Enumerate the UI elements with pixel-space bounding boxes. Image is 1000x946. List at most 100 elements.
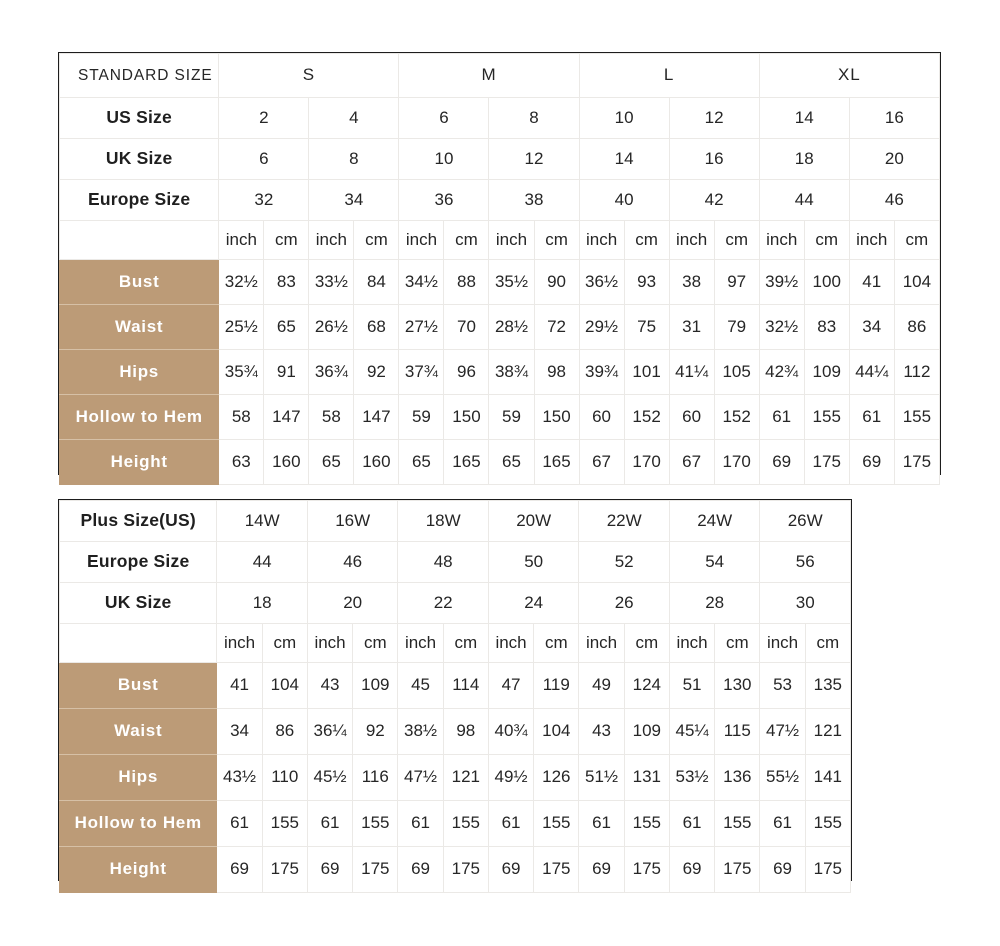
unit-cell-inch: inch bbox=[758, 220, 805, 260]
measure-cell: 155 bbox=[803, 394, 850, 440]
spec-cell: 18 bbox=[216, 582, 308, 624]
measure-cell: 41 bbox=[848, 259, 895, 305]
measure-cell: 105 bbox=[713, 349, 760, 395]
measure-cell: 43 bbox=[306, 662, 354, 709]
measure-cell: 112 bbox=[893, 349, 941, 395]
measure-cell: 43½ bbox=[216, 754, 263, 801]
measure-cell: 90 bbox=[533, 259, 580, 305]
measure-row-hollow-to-hem: Hollow to Hem 61 155 61 155 61 155 61 155 61 155 61… bbox=[58, 800, 852, 847]
measure-cell: 141 bbox=[804, 754, 852, 801]
measure-cell: 53 bbox=[759, 662, 806, 709]
measure-cell: 47 bbox=[487, 662, 535, 709]
measure-cell: 69 bbox=[216, 846, 263, 893]
unit-cell-inch: inch bbox=[668, 623, 716, 663]
measure-cell: 38½ bbox=[397, 708, 444, 755]
measure-cell: 70 bbox=[443, 304, 490, 350]
measure-cell: 88 bbox=[443, 259, 490, 305]
measure-cell: 69 bbox=[759, 846, 806, 893]
measure-cell: 69 bbox=[397, 846, 444, 893]
unit-row-label bbox=[58, 220, 220, 260]
spec-cell: 24 bbox=[487, 582, 580, 624]
unit-cell-inch: inch bbox=[578, 623, 625, 663]
measure-cell: 126 bbox=[533, 754, 580, 801]
measure-row-hips: Hips 43½ 110 45½ 116 47½ 121 49½ 126 51½ 131 53½ 136… bbox=[58, 754, 852, 801]
spec-cell: 52 bbox=[578, 541, 670, 583]
measure-cell: 69 bbox=[758, 439, 805, 485]
measure-cell: 175 bbox=[623, 846, 670, 893]
unit-cell-cm: cm bbox=[263, 220, 310, 260]
row-label-plus-size-us: Plus Size(US) bbox=[58, 500, 218, 542]
measure-cell: 83 bbox=[263, 259, 310, 305]
measure-cell: 45¼ bbox=[668, 708, 716, 755]
unit-cell-inch: inch bbox=[759, 623, 806, 663]
measure-cell: 98 bbox=[533, 349, 580, 395]
measure-cell: 42¾ bbox=[758, 349, 805, 395]
row-label-bust: Bust bbox=[58, 259, 220, 305]
spec-cell: 56 bbox=[759, 541, 851, 583]
measure-row-height: Height 69 175 69 175 69 175 69 175 69 175 69 175 69 17… bbox=[58, 846, 852, 893]
row-label-europe-size: Europe Size bbox=[58, 541, 218, 583]
unit-cell-cm: cm bbox=[804, 623, 852, 663]
measure-cell: 121 bbox=[442, 754, 489, 801]
measure-cell: 69 bbox=[306, 846, 354, 893]
spec-cell: 48 bbox=[397, 541, 489, 583]
measure-cell: 135 bbox=[804, 662, 852, 709]
unit-cell-inch: inch bbox=[216, 623, 263, 663]
measure-cell: 34 bbox=[848, 304, 895, 350]
measure-cell: 98 bbox=[442, 708, 489, 755]
measure-cell: 40¾ bbox=[487, 708, 535, 755]
measure-cell: 100 bbox=[803, 259, 850, 305]
measure-cell: 175 bbox=[442, 846, 489, 893]
spec-cell: 12 bbox=[668, 97, 760, 139]
measure-cell: 150 bbox=[443, 394, 490, 440]
spec-cell: 8 bbox=[488, 97, 580, 139]
spec-cell: 14 bbox=[758, 97, 850, 139]
unit-cell-inch: inch bbox=[306, 623, 354, 663]
unit-cell-cm: cm bbox=[533, 623, 580, 663]
unit-cell-inch: inch bbox=[668, 220, 715, 260]
measure-cell: 104 bbox=[261, 662, 308, 709]
measure-cell: 41 bbox=[216, 662, 263, 709]
measure-cell: 31 bbox=[668, 304, 715, 350]
unit-cell-cm: cm bbox=[352, 623, 399, 663]
row-label-uk-size: UK Size bbox=[58, 138, 220, 180]
measure-cell: 26½ bbox=[308, 304, 355, 350]
measure-row-waist: Waist 34 86 36¼ 92 38½ 98 40¾ 104 43 109 45¼ 115 47½ 1… bbox=[58, 708, 852, 755]
size-group-l: L bbox=[578, 53, 760, 98]
measure-cell: 109 bbox=[352, 662, 399, 709]
spec-row-uk-size: UK Size 6 8 10 12 14 16 18 20 bbox=[58, 138, 941, 180]
unit-cell-cm: cm bbox=[623, 220, 670, 260]
measure-cell: 155 bbox=[623, 800, 670, 847]
spec-cell: 18W bbox=[397, 500, 489, 542]
measure-cell: 115 bbox=[714, 708, 761, 755]
measure-cell: 61 bbox=[216, 800, 263, 847]
unit-cell-cm: cm bbox=[623, 623, 670, 663]
row-label-height: Height bbox=[58, 846, 218, 893]
measure-cell: 38 bbox=[668, 259, 715, 305]
measure-cell: 69 bbox=[578, 846, 625, 893]
measure-cell: 175 bbox=[893, 439, 941, 485]
unit-row-label bbox=[58, 623, 218, 663]
spec-cell: 24W bbox=[668, 500, 761, 542]
measure-cell: 165 bbox=[443, 439, 490, 485]
measure-cell: 147 bbox=[353, 394, 400, 440]
measure-cell: 36¾ bbox=[308, 349, 355, 395]
row-label-hollow-to-hem: Hollow to Hem bbox=[58, 394, 220, 440]
measure-cell: 91 bbox=[263, 349, 310, 395]
measure-cell: 37¾ bbox=[398, 349, 445, 395]
measure-cell: 104 bbox=[893, 259, 941, 305]
measure-cell: 104 bbox=[533, 708, 580, 755]
measure-cell: 65 bbox=[263, 304, 310, 350]
spec-cell: 36 bbox=[398, 179, 490, 221]
measure-cell: 53½ bbox=[668, 754, 716, 801]
measure-cell: 121 bbox=[804, 708, 852, 755]
measure-row-bust: Bust 32½ 83 33½ 84 34½ 88 35½ 90 36½ 93 38 97 39½ 100 4… bbox=[58, 259, 941, 305]
spec-cell: 18 bbox=[758, 138, 850, 180]
measure-cell: 155 bbox=[352, 800, 399, 847]
measure-cell: 130 bbox=[714, 662, 761, 709]
measure-cell: 51½ bbox=[578, 754, 625, 801]
unit-cell-cm: cm bbox=[442, 623, 489, 663]
measure-cell: 45½ bbox=[306, 754, 354, 801]
spec-cell: 20W bbox=[487, 500, 580, 542]
spec-cell: 20 bbox=[848, 138, 941, 180]
